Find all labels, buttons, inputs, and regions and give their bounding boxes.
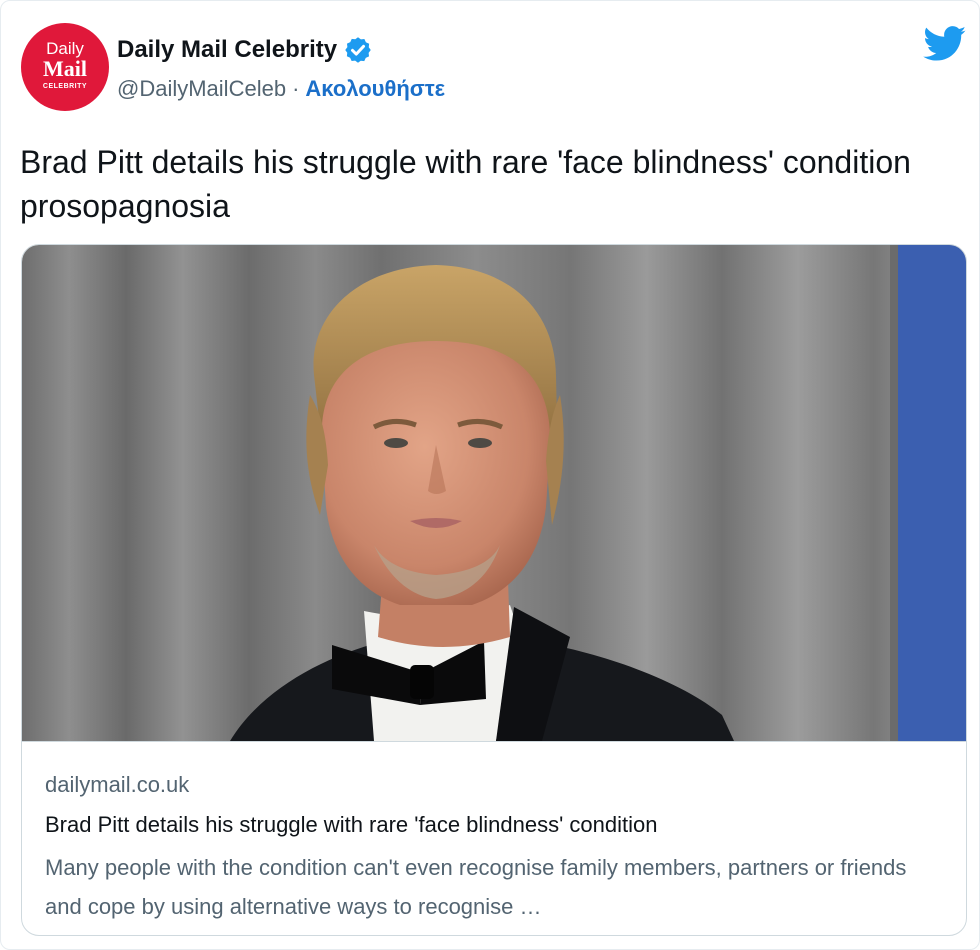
card-body: dailymail.co.uk Brad Pitt details his st…: [22, 741, 966, 919]
card-description: Many people with the condition can't eve…: [45, 855, 907, 919]
verified-badge-icon: [345, 37, 371, 63]
tweet-text: Brad Pitt details his struggle with rare…: [20, 144, 911, 224]
handle-row: @DailyMailCeleb · Ακολουθήστε: [117, 75, 445, 103]
avatar-line-2: Mail: [43, 56, 87, 81]
name-row: Daily Mail Celebrity: [117, 35, 373, 65]
card-title[interactable]: Brad Pitt details his struggle with rare…: [45, 812, 658, 838]
tweet-embed: Daily Mail CELEBRITY Daily Mail Celebrit…: [0, 0, 980, 950]
avatar-line-1: Daily: [46, 39, 84, 58]
avatar[interactable]: Daily Mail CELEBRITY: [21, 23, 109, 111]
card-image[interactable]: [22, 245, 967, 741]
follow-button[interactable]: Ακολουθήστε: [305, 76, 445, 102]
twitter-bird-icon[interactable]: [923, 26, 967, 62]
account-handle[interactable]: @DailyMailCeleb: [117, 76, 286, 102]
card-domain: dailymail.co.uk: [45, 772, 190, 797]
avatar-line-3: CELEBRITY: [42, 83, 88, 90]
display-name[interactable]: Daily Mail Celebrity: [117, 36, 337, 64]
separator-dot: ·: [292, 76, 300, 101]
link-card[interactable]: dailymail.co.uk Brad Pitt details his st…: [21, 244, 967, 936]
